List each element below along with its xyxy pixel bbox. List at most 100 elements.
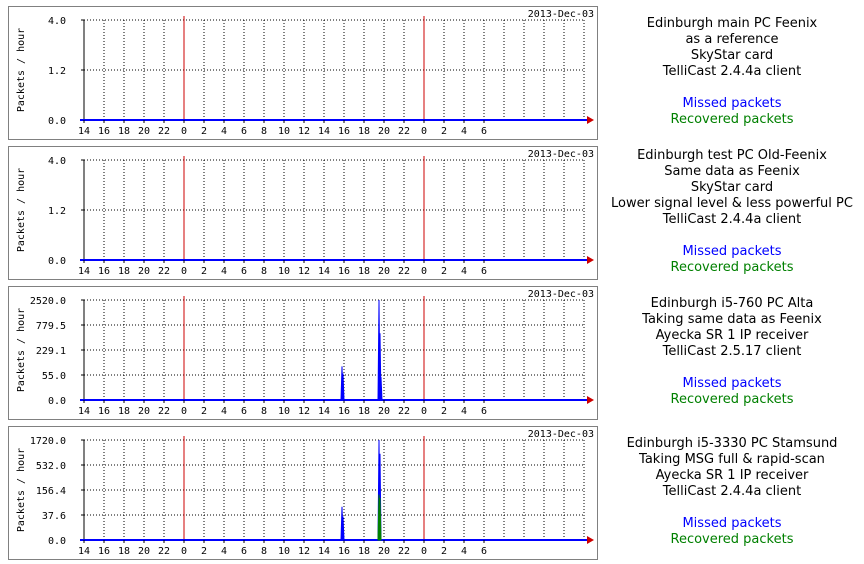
description-line: Edinburgh main PC Feenix xyxy=(646,16,818,31)
date-label: 2013-Dec-03 xyxy=(528,9,594,20)
description-line: Same data as Feenix xyxy=(664,164,800,179)
x-tick-label: 2 xyxy=(201,266,207,277)
x-tick-label: 14 xyxy=(318,406,330,417)
x-tick-label: 10 xyxy=(278,546,290,557)
y-tick-label: 37.6 xyxy=(42,511,66,522)
chart-row: 0.0 1.2 4.0 Packets / hour 2013-Dec-03 14 16 18… xyxy=(0,146,864,284)
x-tick-label: 20 xyxy=(138,126,150,137)
x-tick-label: 0 xyxy=(421,266,427,277)
y-axis-label: Packets / hour xyxy=(16,448,27,532)
x-tick-label: 6 xyxy=(241,546,247,557)
x-tick-label: 0 xyxy=(421,126,427,137)
y-tick-label: 1720.0 xyxy=(30,436,66,447)
x-tick-label: 12 xyxy=(298,406,310,417)
x-tick-label: 20 xyxy=(138,546,150,557)
packet-chart: 0.0 1.2 4.0 Packets / hour 2013-Dec-03 14 16 18… xyxy=(8,6,598,140)
x-tick-label: 16 xyxy=(98,126,110,137)
x-tick-label: 0 xyxy=(421,406,427,417)
x-tick-label: 18 xyxy=(358,126,370,137)
x-tick-label: 22 xyxy=(398,406,410,417)
y-tick-label: 1.2 xyxy=(48,66,66,77)
y-tick-label: 0.0 xyxy=(48,116,66,127)
packet-chart: 0.055.0229.1779.52520.0Packets / hour201… xyxy=(8,286,598,420)
packet-chart: 0.0 1.2 4.0 Packets / hour 2013-Dec-03 14 16 18… xyxy=(8,146,598,280)
description-line: TelliCast 2.4.4a client xyxy=(662,64,802,79)
x-tick-label: 16 xyxy=(98,266,110,277)
legend-recovered-packets: Recovered packets xyxy=(670,392,794,407)
description-line: Ayecka SR 1 IP receiver xyxy=(655,328,809,343)
x-tick-label: 6 xyxy=(481,266,487,277)
date-label: 2013-Dec-03 xyxy=(528,289,594,300)
y-tick-label: 2520.0 xyxy=(30,296,66,307)
x-tick-label: 18 xyxy=(358,266,370,277)
x-tick-label: 20 xyxy=(378,546,390,557)
x-tick-label: 0 xyxy=(181,406,187,417)
x-tick-label: 4 xyxy=(221,546,227,557)
x-tick-label: 12 xyxy=(298,266,310,277)
chart-description: Edinburgh i5-760 PC Alta Taking same data… xyxy=(606,296,858,408)
x-tick-label: 14 xyxy=(318,126,330,137)
chart-description: Edinburgh test PC Old-Feenix Same data as… xyxy=(606,148,858,276)
x-tick-label: 4 xyxy=(461,266,467,277)
x-tick-label: 2 xyxy=(441,266,447,277)
description-line: Taking same data as Feenix xyxy=(642,312,822,327)
x-tick-label: 16 xyxy=(338,546,350,557)
y-axis-label: Packets / hour xyxy=(16,28,27,112)
x-tick-label: 4 xyxy=(461,546,467,557)
x-tick-label: 6 xyxy=(241,266,247,277)
date-label: 2013-Dec-03 xyxy=(528,429,594,440)
x-tick-label: 20 xyxy=(378,406,390,417)
x-tick-label: 2 xyxy=(201,406,207,417)
x-tick-label: 2 xyxy=(441,406,447,417)
description-line: Edinburgh i5-3330 PC Stamsund xyxy=(626,436,838,451)
x-tick-label: 16 xyxy=(338,266,350,277)
description-line: TelliCast 2.5.17 client xyxy=(662,344,802,359)
y-tick-label: 532.0 xyxy=(36,461,66,472)
x-tick-label: 22 xyxy=(158,266,170,277)
x-tick-label: 2 xyxy=(441,126,447,137)
y-tick-label: 0.0 xyxy=(48,396,66,407)
description-line: TelliCast 2.4.4a client xyxy=(662,484,802,499)
y-tick-label: 229.1 xyxy=(36,346,66,357)
legend-missed-packets: Missed packets xyxy=(682,516,782,531)
legend-recovered-packets: Recovered packets xyxy=(670,112,794,127)
x-tick-label: 10 xyxy=(278,126,290,137)
x-tick-label: 8 xyxy=(261,406,267,417)
y-tick-label: 55.0 xyxy=(42,371,66,382)
x-tick-label: 6 xyxy=(481,126,487,137)
y-tick-label: 779.5 xyxy=(36,321,66,332)
x-tick-label: 18 xyxy=(118,126,130,137)
x-tick-label: 14 xyxy=(78,406,90,417)
description-line: Edinburgh i5-760 PC Alta xyxy=(650,296,814,311)
legend-recovered-packets: Recovered packets xyxy=(670,532,794,547)
x-tick-label: 14 xyxy=(318,266,330,277)
x-tick-label: 16 xyxy=(338,126,350,137)
chart-row: 0.0 55.0 229.1 779.5 2520.0 Packets / hour 201… xyxy=(0,286,864,424)
x-tick-label: 6 xyxy=(481,546,487,557)
x-tick-label: 14 xyxy=(318,546,330,557)
x-tick-label: 6 xyxy=(241,406,247,417)
description-line: SkyStar card xyxy=(690,48,774,63)
x-tick-label: 20 xyxy=(138,266,150,277)
x-tick-label: 18 xyxy=(118,266,130,277)
description-line: SkyStar card xyxy=(690,180,774,195)
x-tick-label: 8 xyxy=(261,126,267,137)
x-tick-label: 22 xyxy=(398,266,410,277)
x-tick-label: 8 xyxy=(261,546,267,557)
y-tick-label: 4.0 xyxy=(48,156,66,167)
x-tick-label: 14 xyxy=(78,546,90,557)
x-tick-label: 22 xyxy=(158,546,170,557)
x-tick-label: 14 xyxy=(78,126,90,137)
x-tick-label: 18 xyxy=(358,406,370,417)
x-tick-label: 4 xyxy=(461,406,467,417)
packet-chart: 0.037.6156.4532.01720.0Packets / hour201… xyxy=(8,426,598,560)
x-tick-label: 20 xyxy=(378,126,390,137)
x-tick-label: 18 xyxy=(118,406,130,417)
x-tick-label: 2 xyxy=(201,546,207,557)
x-tick-label: 12 xyxy=(298,546,310,557)
x-tick-label: 4 xyxy=(221,266,227,277)
x-tick-label: 20 xyxy=(378,266,390,277)
x-tick-label: 18 xyxy=(118,546,130,557)
